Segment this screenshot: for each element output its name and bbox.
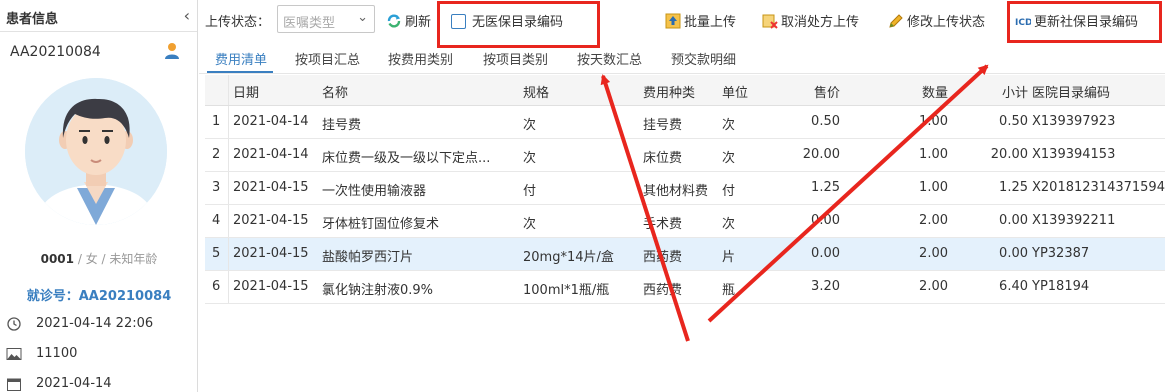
annotation-arrow-left bbox=[600, 74, 690, 342]
annotation-arrows bbox=[600, 64, 989, 342]
annotation-arrow-right bbox=[707, 64, 989, 323]
app-root: 患者信息 ‹ AA20210084 0001 / 女 / 未知年龄 就诊号：AA… bbox=[0, 0, 1165, 392]
